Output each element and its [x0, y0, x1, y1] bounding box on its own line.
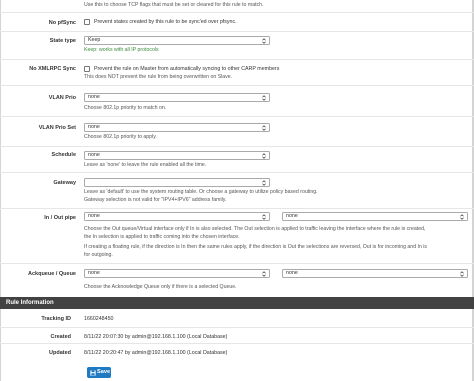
gateway-help-default: Leave as 'default' to use the system rou… [84, 189, 318, 195]
no-pfsync-label: No pfSync [48, 20, 76, 26]
no-pfsync-row: No pfSync Prevent states created by this… [0, 12, 474, 31]
queue-value: none [286, 270, 298, 276]
ackqueue-value: none [88, 270, 100, 276]
updated-row: Updated 8/11/22 20:20:47 by admin@192.16… [0, 343, 474, 362]
chevron-updown-icon [262, 214, 266, 220]
save-button[interactable]: Save [87, 367, 111, 378]
out-pipe-value: none [286, 213, 298, 219]
vlan-prio-label: VLAN Prio [48, 95, 76, 101]
chevron-updown-icon [262, 38, 266, 44]
state-type-value: Keep [88, 37, 101, 43]
schedule-value: none [88, 152, 100, 158]
rule-information-header: Rule Information [0, 297, 474, 309]
vlan-prio-set-help: Choose 802.1p priority to apply. [84, 134, 157, 140]
firewall-rule-advanced-options: Use this to choose TCP flags that must b… [0, 0, 474, 381]
chevron-updown-icon [262, 125, 266, 131]
tracking-id-value: 1660248450 [84, 316, 114, 322]
ackqueue-queue-row: Ackqueue / Queue none none Choose the Ac… [0, 263, 474, 296]
vlan-prio-set-row: VLAN Prio Set none Choose 802.1p priorit… [0, 116, 474, 146]
queue-select[interactable]: none [282, 269, 468, 278]
gateway-select[interactable] [84, 178, 270, 187]
vlan-prio-value: none [88, 94, 100, 100]
created-label: Created [50, 334, 71, 340]
vlan-prio-set-select[interactable]: none [84, 123, 270, 132]
ackqueue-queue-help: Choose the Acknowledge Queue only if the… [84, 284, 237, 290]
no-xmlrpc-sync-row: No XMLRPC Sync Prevent the rule on Maste… [0, 59, 474, 85]
chevron-updown-icon [262, 271, 266, 277]
no-pfsync-checkbox[interactable] [84, 19, 90, 25]
in-out-pipe-help-line2: the In selection is applied to traffic c… [84, 234, 240, 240]
floppy-disk-icon [90, 369, 96, 376]
in-out-pipe-help-line1: Choose the Out queue/Virtual interface o… [84, 226, 426, 232]
vlan-prio-row: VLAN Prio none Choose 802.1p priority to… [0, 85, 474, 116]
in-out-pipe-label: In / Out pipe [44, 215, 76, 221]
in-pipe-value: none [88, 213, 100, 219]
chevron-updown-icon [262, 153, 266, 159]
chevron-updown-icon [460, 271, 464, 277]
no-xmlrpc-sync-help: This does NOT prevent the rule from bein… [84, 74, 233, 80]
tcp-flags-help: Use this to choose TCP flags that must b… [84, 2, 264, 8]
gateway-row: Gateway Leave as 'default' to use the sy… [0, 172, 474, 208]
created-value: 8/11/22 20:07:30 by admin@192.168.1.100 … [84, 334, 228, 340]
chevron-updown-icon [460, 214, 464, 220]
no-xmlrpc-sync-label: No XMLRPC Sync [29, 66, 76, 72]
gateway-label: Gateway [53, 180, 76, 186]
no-xmlrpc-sync-checkbox[interactable] [84, 66, 90, 72]
in-out-pipe-help-line3: If creating a floating rule, if the dire… [84, 244, 428, 250]
in-out-pipe-row: In / Out pipe none none Choose the Out q… [0, 208, 474, 263]
in-out-pipe-help-line4: for outgoing. [84, 252, 113, 258]
state-type-label: State type [49, 38, 76, 44]
vlan-prio-select[interactable]: none [84, 93, 270, 102]
updated-label: Updated [49, 350, 71, 356]
created-row: Created 8/11/22 20:07:30 by admin@192.16… [0, 327, 474, 343]
no-xmlrpc-sync-checkbox-text: Prevent the rule on Master from automati… [94, 66, 280, 72]
schedule-label: Schedule [51, 152, 76, 158]
updated-value: 8/11/22 20:20:47 by admin@192.168.1.100 … [84, 350, 228, 356]
state-type-select[interactable]: Keep [84, 36, 270, 45]
ackqueue-queue-label: Ackqueue / Queue [28, 271, 76, 277]
out-pipe-select[interactable]: none [282, 212, 468, 221]
tracking-id-label: Tracking ID [41, 316, 71, 322]
schedule-help: Leave as 'none' to leave the rule enable… [84, 162, 207, 168]
schedule-select[interactable]: none [84, 151, 270, 160]
no-pfsync-checkbox-text: Prevent states created by this rule to b… [94, 19, 237, 25]
in-pipe-select[interactable]: none [84, 212, 270, 221]
vlan-prio-help: Choose 802.1p priority to match on. [84, 105, 167, 111]
gateway-help-address-family: Gateway selection is not valid for "IPV4… [84, 197, 227, 203]
save-button-label: Save [97, 369, 111, 375]
vlan-prio-set-value: none [88, 124, 100, 130]
vlan-prio-set-label: VLAN Prio Set [38, 125, 76, 131]
chevron-updown-icon [262, 95, 266, 101]
ackqueue-select[interactable]: none [84, 269, 270, 278]
chevron-updown-icon [262, 180, 266, 186]
state-type-row: State type Keep Keep: works with all IP … [0, 31, 474, 59]
tracking-id-row: Tracking ID 1660248450 [0, 309, 474, 327]
schedule-row: Schedule none Leave as 'none' to leave t… [0, 146, 474, 172]
state-type-help: Keep: works with all IP protocols [84, 47, 159, 53]
